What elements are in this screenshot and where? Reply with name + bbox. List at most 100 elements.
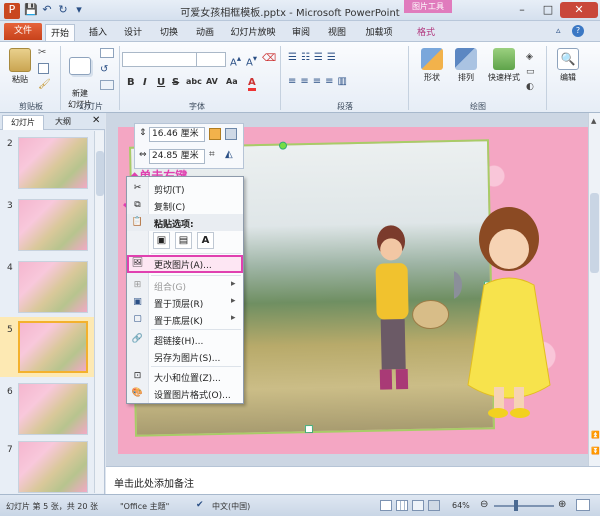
picture-effects-icon[interactable]: ◭ bbox=[225, 149, 233, 160]
grow-font-icon[interactable]: A▴ bbox=[230, 53, 241, 68]
menu-item-copy[interactable]: ⧉ 复制(C) bbox=[127, 197, 243, 214]
italic-button[interactable]: I bbox=[143, 77, 147, 88]
customize-quick-access-icon[interactable]: ▾ bbox=[72, 3, 86, 17]
menu-item-change-picture[interactable]: 🖼 更改图片(A)... bbox=[127, 255, 243, 273]
save-icon[interactable]: 💾 bbox=[24, 3, 38, 17]
quick-styles-button[interactable]: 快速样式 bbox=[484, 48, 524, 83]
tab-review[interactable]: 审阅 bbox=[288, 24, 314, 42]
zoom-in-icon[interactable]: ⊕ bbox=[558, 499, 566, 510]
shadow-button[interactable]: abc bbox=[186, 77, 202, 86]
arrange-button[interactable]: 排列 bbox=[450, 48, 482, 83]
reading-view-icon[interactable] bbox=[412, 500, 424, 511]
tab-addins[interactable]: 加载项 bbox=[360, 24, 398, 42]
cut-icon[interactable]: ✂ bbox=[38, 47, 46, 58]
slide-thumbnail[interactable] bbox=[18, 261, 88, 313]
tab-slides[interactable]: 幻灯片 bbox=[2, 115, 44, 130]
char-spacing-button[interactable]: AV bbox=[206, 77, 218, 86]
bring-forward-icon[interactable] bbox=[209, 128, 221, 140]
format-painter-icon[interactable]: 🖌 bbox=[38, 79, 51, 90]
rotation-handle[interactable] bbox=[278, 141, 288, 150]
shape-format-icons[interactable]: ◈ ▭ ◐ bbox=[526, 50, 538, 94]
zoom-level[interactable]: 64% bbox=[452, 501, 470, 510]
bold-button[interactable]: B bbox=[127, 77, 135, 88]
slide-thumbnail[interactable] bbox=[18, 441, 88, 493]
menu-label: 另存为图片(S)... bbox=[154, 354, 221, 364]
paste-text-only-icon[interactable]: A bbox=[197, 232, 214, 249]
reset-slide-icon[interactable]: ↺ bbox=[100, 64, 108, 75]
tab-design[interactable]: 设计 bbox=[120, 24, 146, 42]
slide-sorter-icon[interactable] bbox=[396, 500, 408, 511]
tab-transitions[interactable]: 切换 bbox=[156, 24, 182, 42]
normal-view-icon[interactable] bbox=[380, 500, 392, 511]
tab-insert[interactable]: 插入 bbox=[85, 24, 111, 42]
strikethrough-button[interactable]: S bbox=[172, 77, 179, 88]
font-color-button[interactable]: A bbox=[248, 77, 256, 91]
slideshow-view-icon[interactable] bbox=[428, 500, 440, 511]
menu-label: 组合(G) bbox=[154, 283, 186, 293]
tab-slideshow[interactable]: 幻灯片放映 bbox=[228, 24, 278, 42]
tab-format[interactable]: 格式 bbox=[410, 24, 442, 42]
pane-scroll-thumb[interactable] bbox=[96, 151, 104, 196]
scroll-thumb[interactable] bbox=[590, 193, 599, 273]
scroll-up-icon[interactable]: ▲ bbox=[591, 117, 596, 125]
zoom-slider[interactable] bbox=[494, 505, 554, 507]
tab-home[interactable]: 开始 bbox=[45, 24, 75, 42]
zoom-slider-thumb[interactable] bbox=[514, 500, 518, 511]
slide-count: 幻灯片 第 5 张，共 20 张 bbox=[6, 502, 98, 511]
change-case-button[interactable]: Aa bbox=[226, 77, 238, 86]
minimize-button[interactable]: – bbox=[510, 2, 534, 18]
vertical-scrollbar[interactable]: ▲ ⏫ ⏬ bbox=[588, 113, 600, 466]
zoom-out-icon[interactable]: ⊖ bbox=[480, 499, 488, 510]
send-backward-icon[interactable] bbox=[225, 128, 237, 140]
height-input[interactable]: 16.46 厘米 bbox=[149, 127, 205, 142]
menu-item-hyperlink[interactable]: 🔗 超链接(H)... bbox=[127, 331, 243, 348]
next-slide-icon[interactable]: ⏬ bbox=[591, 447, 600, 455]
font-size-input[interactable] bbox=[196, 52, 226, 67]
help-icon[interactable]: ? bbox=[572, 25, 584, 37]
redo-icon[interactable]: ↻ bbox=[56, 3, 70, 17]
copy-icon[interactable] bbox=[38, 63, 49, 74]
prev-slide-icon[interactable]: ⏫ bbox=[591, 431, 600, 439]
format-picture-icon: 🎨 bbox=[131, 388, 144, 398]
paste-button[interactable]: 粘贴 bbox=[6, 48, 34, 85]
pane-scrollbar[interactable] bbox=[94, 131, 104, 493]
fit-to-window-icon[interactable] bbox=[576, 499, 590, 511]
tab-file[interactable]: 文件 bbox=[4, 23, 42, 40]
slide-layout-icon[interactable] bbox=[100, 48, 114, 58]
paste-keep-format-icon[interactable]: ▤ bbox=[175, 232, 192, 249]
maximize-button[interactable]: □ bbox=[536, 2, 560, 18]
paste-picture-icon[interactable]: ▣ bbox=[153, 232, 170, 249]
spellcheck-icon[interactable]: ✔ bbox=[196, 500, 204, 510]
close-pane-icon[interactable]: ✕ bbox=[92, 115, 100, 126]
menu-item-cut[interactable]: ✂ 剪切(T) bbox=[127, 180, 243, 197]
paragraph-controls[interactable]: ☰☷☰☰ ≡≡≡≡▥ bbox=[288, 50, 398, 98]
slide-thumbnail[interactable] bbox=[18, 199, 88, 251]
clear-format-icon[interactable]: ⌫ bbox=[262, 53, 276, 64]
selection-handle[interactable] bbox=[304, 425, 314, 434]
tab-outline[interactable]: 大纲 bbox=[48, 116, 78, 127]
shrink-font-icon[interactable]: A▾ bbox=[246, 53, 257, 68]
ribbon-minimize-icon[interactable]: ▵ bbox=[556, 26, 561, 36]
crop-icon[interactable]: ⌗ bbox=[209, 149, 215, 160]
width-input[interactable]: 24.85 厘米 bbox=[149, 149, 205, 164]
slide-thumbnail-selected[interactable] bbox=[18, 321, 88, 373]
menu-item-bring-to-front[interactable]: ▣ 置于顶层(R) ▸ bbox=[127, 294, 243, 311]
section-icon[interactable] bbox=[100, 80, 114, 90]
notes-pane[interactable]: 单击此处添加备注 bbox=[106, 466, 600, 494]
undo-icon[interactable]: ↶ bbox=[40, 3, 54, 17]
menu-item-group[interactable]: ⊞ 组合(G) ▸ bbox=[127, 277, 243, 294]
editing-button[interactable]: 🔍 编辑 bbox=[550, 48, 586, 83]
tab-animations[interactable]: 动画 bbox=[192, 24, 218, 42]
menu-item-save-as-picture[interactable]: 另存为图片(S)... bbox=[127, 348, 243, 365]
menu-item-size-position[interactable]: ⊡ 大小和位置(Z)... bbox=[127, 368, 243, 385]
slide-thumbnail[interactable] bbox=[18, 137, 88, 189]
shapes-button[interactable]: 形状 bbox=[416, 48, 448, 83]
align-icons[interactable]: ≡≡≡≡▥ bbox=[288, 76, 351, 87]
menu-item-send-to-back[interactable]: ▢ 置于底层(K) ▸ bbox=[127, 311, 243, 328]
close-button[interactable]: ✕ bbox=[560, 2, 598, 18]
slide-thumbnail[interactable] bbox=[18, 383, 88, 435]
tab-view[interactable]: 视图 bbox=[324, 24, 350, 42]
underline-button[interactable]: U bbox=[157, 77, 165, 88]
list-icons[interactable]: ☰☷☰☰ bbox=[288, 52, 340, 63]
menu-item-format-picture[interactable]: 🎨 设置图片格式(O)... bbox=[127, 385, 243, 402]
